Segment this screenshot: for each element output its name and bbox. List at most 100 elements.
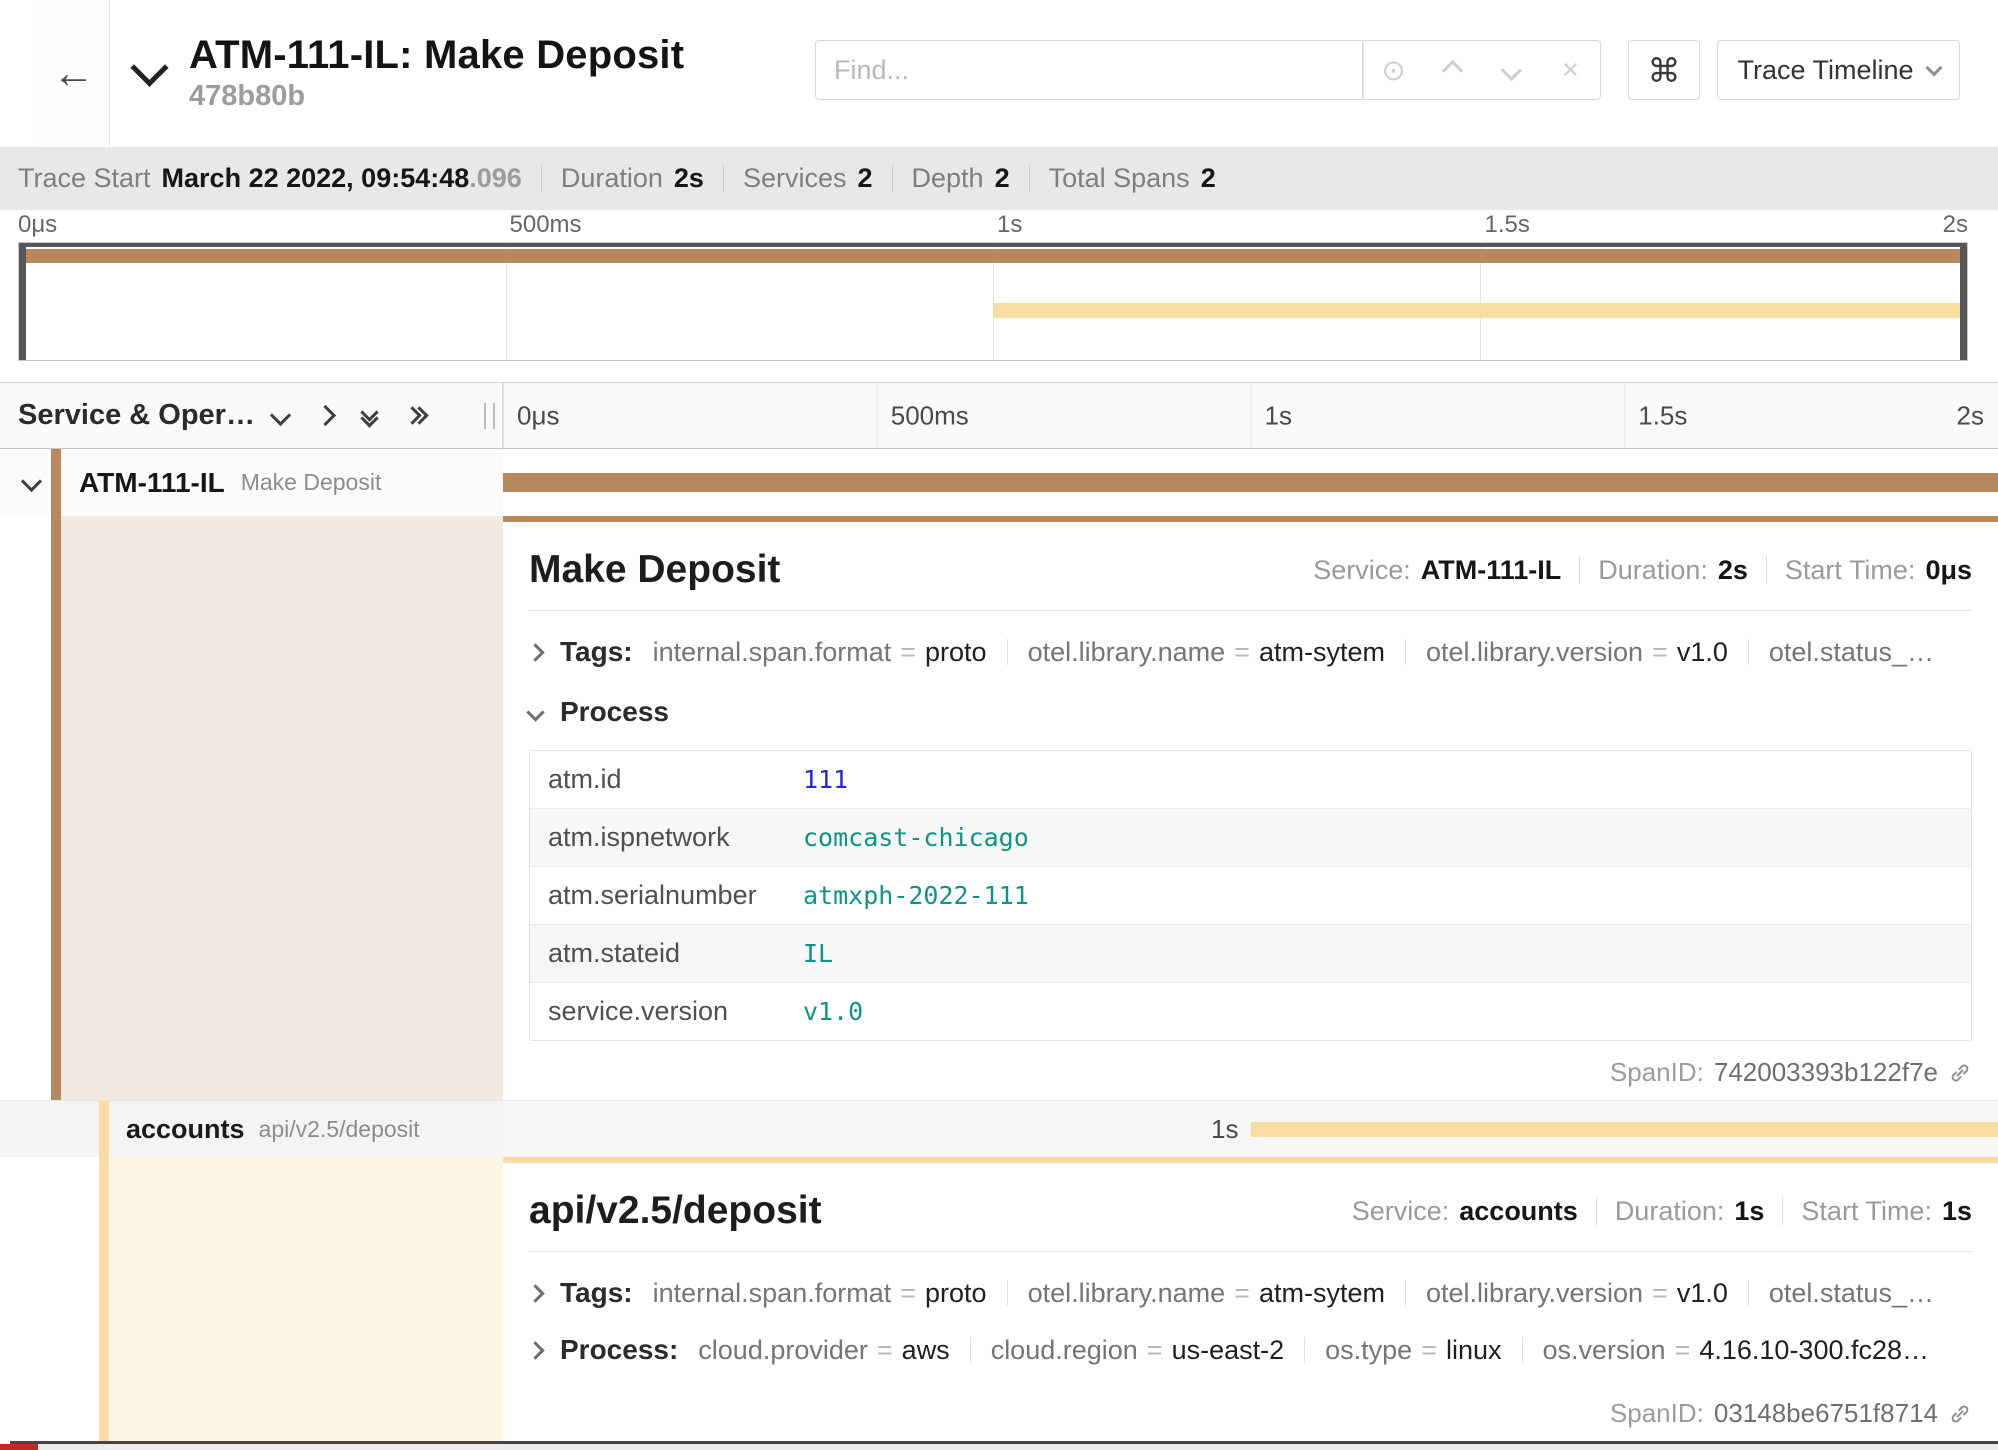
- match-scope-icon[interactable]: ⊙: [1364, 41, 1423, 99]
- collapse-all-icon[interactable]: [363, 406, 376, 425]
- tick-label: 0μs: [517, 400, 559, 431]
- link-icon[interactable]: [1948, 1402, 1972, 1426]
- span-bar-atm[interactable]: [503, 473, 1998, 492]
- divider: [529, 1251, 1972, 1252]
- collapse-one-icon[interactable]: [315, 405, 336, 426]
- tag-item: internal.span.format=proto: [653, 637, 987, 668]
- span-accent-bar: [99, 1100, 109, 1441]
- tick-label: 1.5s: [1638, 400, 1687, 431]
- keyboard-shortcuts-button[interactable]: ⌘: [1628, 40, 1700, 100]
- span-group-atm: ATM-111-IL Make Deposit Make Deposit Ser…: [0, 449, 1998, 1100]
- find-input[interactable]: [815, 40, 1363, 100]
- minimap-canvas[interactable]: [18, 242, 1968, 361]
- span-detail-atm: Make Deposit Service:ATM-111-IL Duration…: [0, 516, 1998, 1100]
- divider: [1522, 1337, 1523, 1363]
- chevron-right-icon: [529, 1284, 545, 1302]
- chevron-down-icon: [1925, 59, 1942, 76]
- process-row: atm.ispnetworkcomcast-chicago: [530, 808, 1971, 866]
- span-detail-meta: Service:ATM-111-IL Duration:2s Start Tim…: [1313, 555, 1972, 586]
- minimap-span-bar-atm: [19, 249, 1967, 263]
- trace-start-label: Trace Start: [18, 163, 151, 194]
- trace-summary-bar: Trace Start March 22 2022, 09:54:48 .096…: [0, 147, 1998, 210]
- duration-value: 2s: [674, 163, 704, 194]
- start-time-label: Start Time:: [1801, 1196, 1932, 1227]
- tag-item: internal.span.format=proto: [653, 1278, 987, 1309]
- back-icon: ←: [53, 49, 95, 97]
- total-spans-label: Total Spans: [1049, 163, 1190, 194]
- tag-item: otel.library.name=atm-sytem: [1028, 637, 1385, 668]
- window-edge-decoration: [38, 1444, 1998, 1450]
- minimap-right-handle[interactable]: [1960, 243, 1967, 360]
- find-tools: ⊙ ×: [1363, 40, 1601, 100]
- operation-name: Make Deposit: [241, 469, 382, 496]
- viewport-range-bar: [19, 243, 1967, 247]
- span-id-value: 742003393b122f7e: [1714, 1057, 1938, 1088]
- tag-item: otel.status_…: [1769, 1278, 1934, 1309]
- next-match-button[interactable]: [1482, 41, 1541, 99]
- trace-id: 478b80b: [189, 80, 684, 113]
- span-name-cell[interactable]: ATM-111-IL Make Deposit: [0, 449, 503, 516]
- span-name-cell[interactable]: accounts api/v2.5/deposit: [0, 1101, 503, 1157]
- span-row-atm[interactable]: ATM-111-IL Make Deposit: [0, 449, 1998, 516]
- link-icon[interactable]: [1948, 1061, 1972, 1085]
- chevron-right-icon: [529, 1341, 545, 1359]
- prev-match-button[interactable]: [1423, 41, 1482, 99]
- divider: [1766, 556, 1767, 584]
- expand-all-icon[interactable]: [406, 409, 426, 422]
- span-id-label: SpanID:: [1610, 1398, 1704, 1429]
- span-track: 1s: [503, 1101, 1998, 1157]
- tag-item: otel.library.version=v1.0: [1426, 637, 1728, 668]
- span-group-accounts: accounts api/v2.5/deposit 1s api/v2.5/de…: [0, 1100, 1998, 1441]
- view-selector-button[interactable]: Trace Timeline: [1717, 40, 1960, 100]
- tags-toggle[interactable]: Tags: internal.span.format=proto otel.li…: [529, 636, 1972, 668]
- trace-timeline-page: ← ATM-111-IL: Make Deposit 478b80b ⊙ × ⌘…: [0, 0, 1998, 1450]
- trace-start-fraction: .096: [469, 163, 522, 194]
- service-value: accounts: [1459, 1196, 1578, 1227]
- divider: [1748, 1280, 1749, 1306]
- process-table: atm.id111 atm.ispnetworkcomcast-chicago …: [529, 750, 1972, 1041]
- divider: [1596, 1197, 1597, 1225]
- chevron-up-icon: [1442, 59, 1463, 80]
- minimap-left-handle[interactable]: [19, 243, 26, 360]
- collapse-span-icon[interactable]: [21, 470, 42, 491]
- tick-label: 1s: [997, 211, 1022, 239]
- process-item: cloud.region=us-east-2: [991, 1335, 1284, 1366]
- clear-search-button[interactable]: ×: [1541, 41, 1600, 99]
- span-bar-accounts[interactable]: [1251, 1122, 1998, 1137]
- service-column-title: Service & Oper…: [18, 399, 255, 432]
- process-toggle[interactable]: Process: cloud.provider=aws cloud.region…: [529, 1334, 1972, 1366]
- divider: [1405, 1280, 1406, 1306]
- chevron-down-icon: [1501, 59, 1522, 80]
- tag-item: otel.status_…: [1769, 637, 1934, 668]
- divider: [1007, 639, 1008, 665]
- span-detail-content: Make Deposit Service:ATM-111-IL Duration…: [503, 516, 1998, 1100]
- trace-minimap: 0μs 500ms 1s 1.5s 2s: [18, 210, 1968, 361]
- duration-label: Duration: [561, 163, 663, 194]
- tag-item: otel.library.name=atm-sytem: [1028, 1278, 1385, 1309]
- minimap-tick-labels: 0μs 500ms 1s 1.5s 2s: [18, 210, 1968, 242]
- service-column-header: Service & Oper…: [0, 383, 503, 448]
- span-row-accounts[interactable]: accounts api/v2.5/deposit 1s: [0, 1100, 1998, 1157]
- tag-item: otel.library.version=v1.0: [1426, 1278, 1728, 1309]
- process-row: atm.id111: [530, 751, 1971, 808]
- back-button[interactable]: ←: [38, 0, 110, 146]
- service-label: Service:: [1313, 555, 1411, 586]
- tick-label: 500ms: [510, 211, 582, 239]
- span-id-row: SpanID: 742003393b122f7e: [1610, 1057, 1972, 1088]
- divider: [1304, 1337, 1305, 1363]
- span-detail-accounts: api/v2.5/deposit Service:accounts Durati…: [0, 1157, 1998, 1441]
- duration-label: Duration:: [1598, 555, 1708, 586]
- column-resize-handle[interactable]: [484, 403, 495, 429]
- collapse-trace-icon[interactable]: [130, 48, 168, 86]
- tags-toggle[interactable]: Tags: internal.span.format=proto otel.li…: [529, 1277, 1972, 1309]
- process-toggle[interactable]: Process: [529, 696, 1972, 728]
- span-detail-title: Make Deposit: [529, 548, 780, 592]
- sort-chevron-down-icon[interactable]: [270, 405, 291, 426]
- duration-label: Duration:: [1615, 1196, 1725, 1227]
- duration-value: 2s: [1718, 555, 1748, 586]
- span-track: [503, 449, 1998, 516]
- operation-name: api/v2.5/deposit: [259, 1116, 420, 1143]
- process-row: atm.serialnumberatmxph-2022-111: [530, 866, 1971, 924]
- span-detail-indent: [0, 1157, 503, 1441]
- tick-label: 1.5s: [1485, 211, 1530, 239]
